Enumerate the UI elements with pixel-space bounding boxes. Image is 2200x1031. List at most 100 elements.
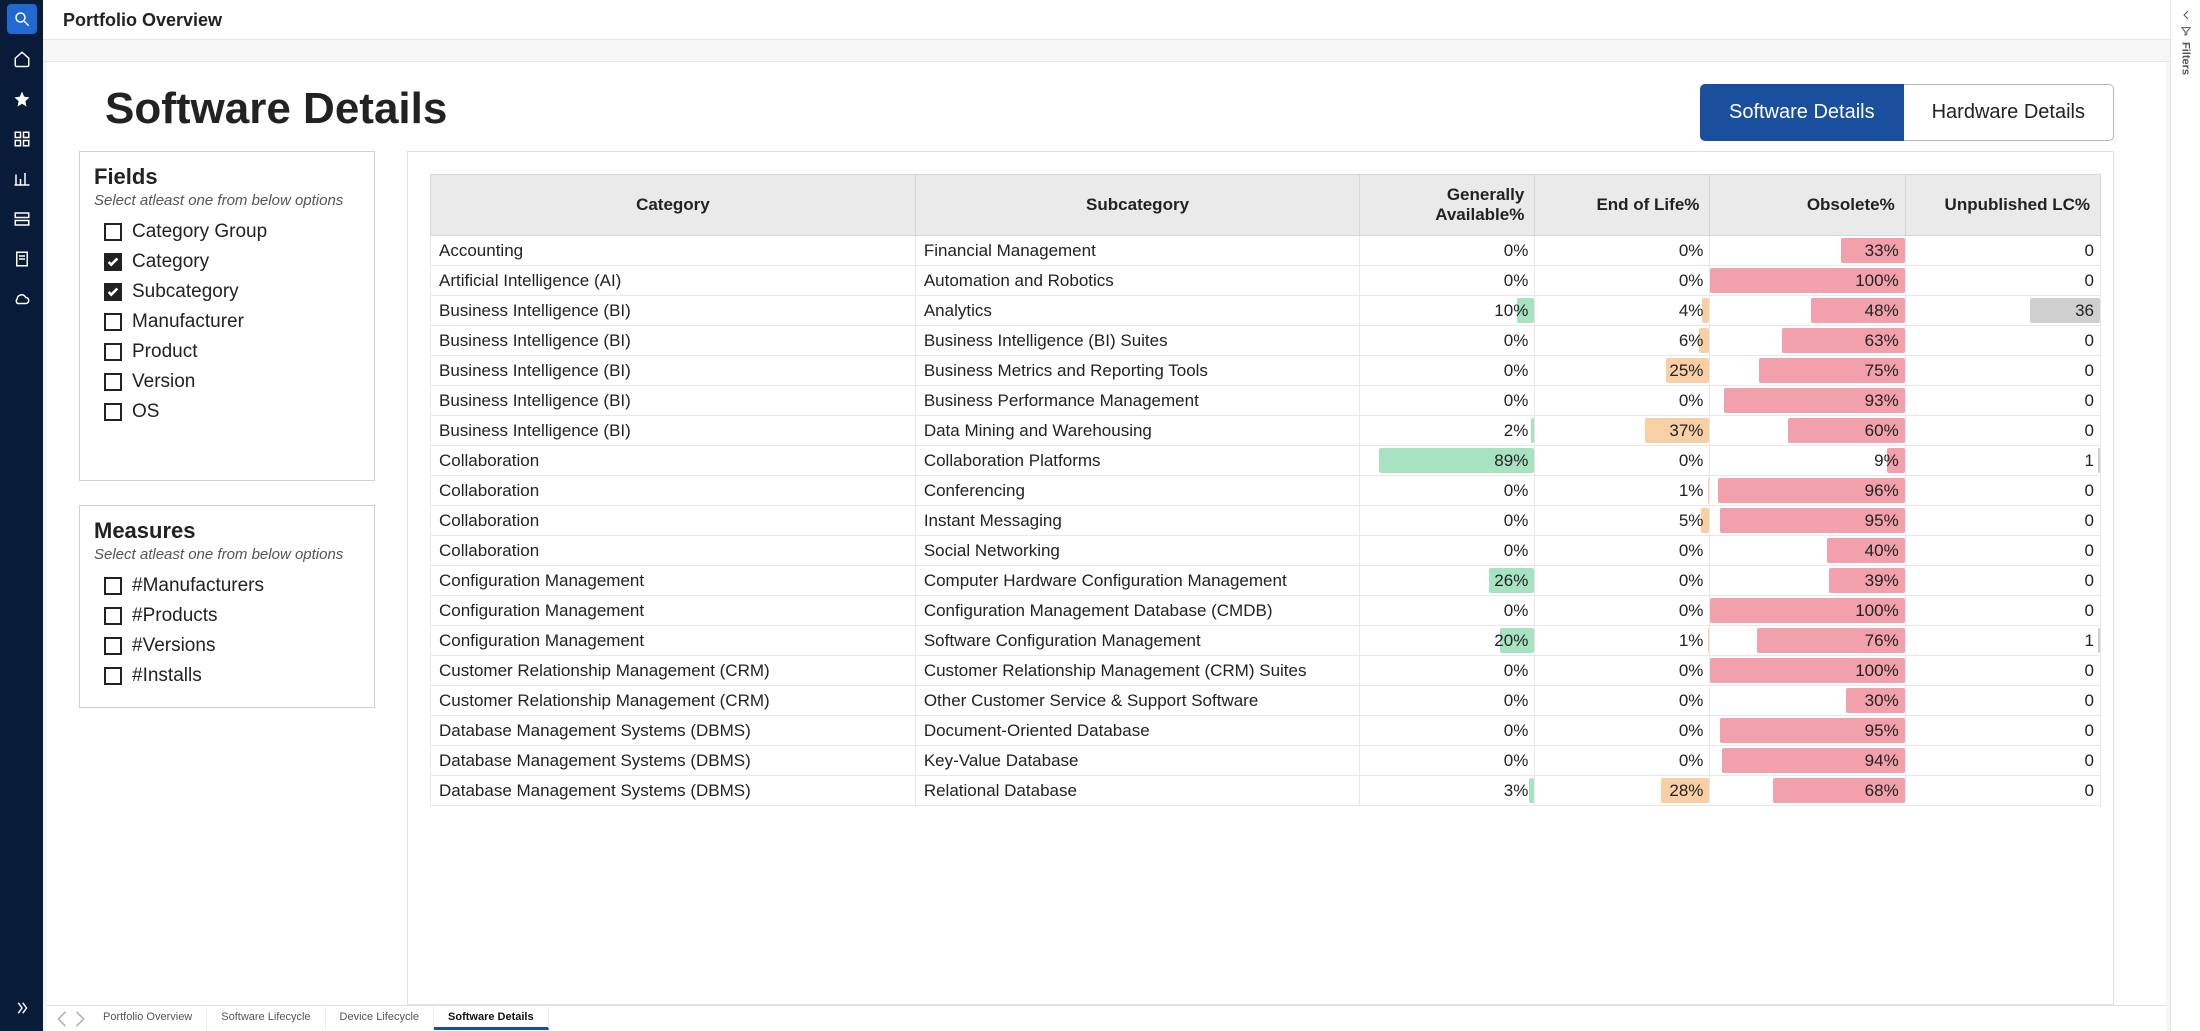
subcategory-cell: Other Customer Service & Support Softwar…	[915, 686, 1359, 716]
metric-cell: 48%	[1710, 296, 1905, 326]
sheet-tab[interactable]: Software Lifecycle	[207, 1007, 325, 1030]
column-header[interactable]: Unpublished LC%	[1905, 175, 2100, 236]
table-row[interactable]: Configuration ManagementSoftware Configu…	[431, 626, 2101, 656]
metric-cell: 0%	[1535, 686, 1710, 716]
category-cell: Business Intelligence (BI)	[431, 356, 916, 386]
checkbox-icon	[104, 577, 122, 595]
column-header[interactable]: Category	[431, 175, 916, 236]
cloud-icon[interactable]	[7, 284, 37, 314]
sheet-tab[interactable]: Device Lifecycle	[326, 1007, 434, 1030]
metric-cell: 63%	[1710, 326, 1905, 356]
category-cell: Business Intelligence (BI)	[431, 296, 916, 326]
category-cell: Collaboration	[431, 446, 916, 476]
table-row[interactable]: CollaborationSocial Networking0%0%40%0	[431, 536, 2101, 566]
metric-cell: 0	[1905, 686, 2100, 716]
table-row[interactable]: Business Intelligence (BI)Business Intel…	[431, 326, 2101, 356]
metric-cell: 0%	[1535, 656, 1710, 686]
sheet-prev-icon[interactable]	[53, 1010, 71, 1028]
table-row[interactable]: Configuration ManagementConfiguration Ma…	[431, 596, 2101, 626]
metric-cell: 0	[1905, 536, 2100, 566]
table-row[interactable]: Business Intelligence (BI)Analytics10%4%…	[431, 296, 2101, 326]
apps-icon[interactable]	[7, 124, 37, 154]
table-row[interactable]: Business Intelligence (BI)Business Perfo…	[431, 386, 2101, 416]
sheet-tab[interactable]: Software Details	[434, 1007, 549, 1030]
measures-label: #Products	[132, 605, 218, 627]
category-cell: Customer Relationship Management (CRM)	[431, 656, 916, 686]
subcategory-cell: Analytics	[915, 296, 1359, 326]
metric-cell: 0	[1905, 266, 2100, 296]
subcategory-cell: Computer Hardware Configuration Manageme…	[915, 566, 1359, 596]
fields-option[interactable]: Category	[94, 247, 360, 277]
metric-cell: 0%	[1360, 686, 1535, 716]
table-row[interactable]: AccountingFinancial Management0%0%33%0	[431, 236, 2101, 266]
column-header[interactable]: Generally Available%	[1360, 175, 1535, 236]
table-row[interactable]: CollaborationInstant Messaging0%5%95%0	[431, 506, 2101, 536]
fields-option[interactable]: Manufacturer	[94, 307, 360, 337]
column-header[interactable]: End of Life%	[1535, 175, 1710, 236]
table-row[interactable]: Database Management Systems (DBMS)Docume…	[431, 716, 2101, 746]
category-cell: Configuration Management	[431, 566, 916, 596]
metric-cell: 40%	[1710, 536, 1905, 566]
checkbox-icon	[104, 223, 122, 241]
server-icon[interactable]	[7, 204, 37, 234]
fields-option[interactable]: Version	[94, 367, 360, 397]
home-icon[interactable]	[7, 44, 37, 74]
table-row[interactable]: Customer Relationship Management (CRM)Ot…	[431, 686, 2101, 716]
measures-option[interactable]: #Installs	[94, 661, 360, 691]
table-row[interactable]: Artificial Intelligence (AI)Automation a…	[431, 266, 2101, 296]
column-header[interactable]: Subcategory	[915, 175, 1359, 236]
tab-hardware-details[interactable]: Hardware Details	[1904, 84, 2114, 141]
table-row[interactable]: Database Management Systems (DBMS)Key-Va…	[431, 746, 2101, 776]
metric-cell: 0%	[1360, 746, 1535, 776]
search-icon[interactable]	[7, 4, 37, 34]
subcategory-cell: Software Configuration Management	[915, 626, 1359, 656]
metric-cell: 0%	[1360, 326, 1535, 356]
metric-cell: 0%	[1360, 356, 1535, 386]
category-cell: Accounting	[431, 236, 916, 266]
table-row[interactable]: Business Intelligence (BI)Data Mining an…	[431, 416, 2101, 446]
fields-option[interactable]: OS	[94, 397, 360, 427]
fields-title: Fields	[94, 164, 360, 190]
table-row[interactable]: CollaborationConferencing0%1%96%0	[431, 476, 2101, 506]
chart-icon[interactable]	[7, 164, 37, 194]
metric-cell: 0%	[1360, 656, 1535, 686]
metric-cell: 0%	[1535, 566, 1710, 596]
table-row[interactable]: CollaborationCollaboration Platforms89%0…	[431, 446, 2101, 476]
table-row[interactable]: Business Intelligence (BI)Business Metri…	[431, 356, 2101, 386]
fields-option[interactable]: Subcategory	[94, 277, 360, 307]
table-row[interactable]: Configuration ManagementComputer Hardwar…	[431, 566, 2101, 596]
table-row[interactable]: Database Management Systems (DBMS)Relati…	[431, 776, 2101, 806]
star-icon[interactable]	[7, 84, 37, 114]
metric-cell: 95%	[1710, 506, 1905, 536]
subcategory-cell: Customer Relationship Management (CRM) S…	[915, 656, 1359, 686]
measures-option[interactable]: #Products	[94, 601, 360, 631]
metric-cell: 0%	[1360, 506, 1535, 536]
table-row[interactable]: Customer Relationship Management (CRM)Cu…	[431, 656, 2101, 686]
subcategory-cell: Business Metrics and Reporting Tools	[915, 356, 1359, 386]
fields-option[interactable]: Category Group	[94, 217, 360, 247]
tab-software-details[interactable]: Software Details	[1700, 84, 1904, 141]
metric-cell: 95%	[1710, 716, 1905, 746]
measures-option[interactable]: #Versions	[94, 631, 360, 661]
document-icon[interactable]	[7, 244, 37, 274]
fields-option[interactable]: Product	[94, 337, 360, 367]
sheet-next-icon[interactable]	[71, 1010, 89, 1028]
column-header[interactable]: Obsolete%	[1710, 175, 1905, 236]
metric-cell: 0%	[1360, 716, 1535, 746]
expand-rail-icon[interactable]	[7, 993, 37, 1023]
metric-cell: 60%	[1710, 416, 1905, 446]
metric-cell: 0	[1905, 416, 2100, 446]
checkbox-icon	[104, 253, 122, 271]
fields-label: Subcategory	[132, 281, 239, 303]
filters-rail[interactable]: Filters	[2170, 0, 2200, 1031]
metric-cell: 0%	[1535, 536, 1710, 566]
measures-option[interactable]: #Manufacturers	[94, 571, 360, 601]
measures-panel: Measures Select atleast one from below o…	[79, 505, 375, 708]
metric-cell: 0	[1905, 236, 2100, 266]
category-cell: Database Management Systems (DBMS)	[431, 746, 916, 776]
sheet-tabs: Portfolio OverviewSoftware LifecycleDevi…	[47, 1005, 2166, 1031]
metric-cell: 0%	[1535, 716, 1710, 746]
checkbox-icon	[104, 403, 122, 421]
sheet-tab[interactable]: Portfolio Overview	[89, 1007, 207, 1030]
metric-cell: 0%	[1535, 266, 1710, 296]
